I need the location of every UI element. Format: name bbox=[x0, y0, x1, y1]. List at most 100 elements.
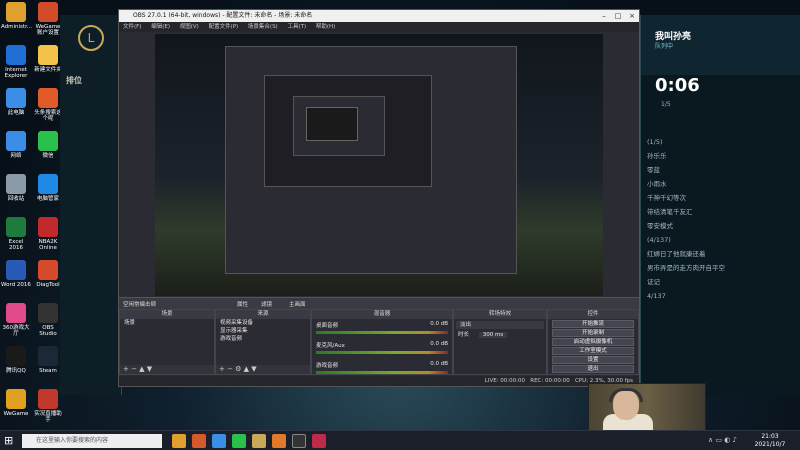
desktop-app-icon bbox=[38, 174, 58, 194]
add-scene-icon[interactable]: + − ▲ ▼ bbox=[123, 365, 152, 373]
studio-mode-button[interactable]: 工作室模式 bbox=[552, 347, 634, 355]
chat-item[interactable]: 孙乐乐 bbox=[641, 149, 800, 163]
source-item[interactable]: 显示器采集 bbox=[216, 327, 310, 335]
transitions-dock: 转场特效 淡出 时长 300 ms bbox=[453, 309, 547, 375]
taskbar-lol-icon[interactable] bbox=[252, 434, 266, 448]
desktop-icon[interactable]: Steam bbox=[33, 346, 63, 374]
desktop-icon[interactable]: 微信 bbox=[33, 131, 63, 159]
desktop-icon[interactable]: 头条搜索这个呢 bbox=[33, 88, 63, 122]
taskbar-app-icon[interactable] bbox=[312, 434, 326, 448]
menu-edit[interactable]: 编辑(E) bbox=[147, 24, 174, 30]
desktop-icon[interactable]: DiagTool bbox=[33, 260, 63, 288]
source-item[interactable]: 视频采集设备 bbox=[216, 319, 310, 327]
source-toolbar: 空闲常编击顿 属性 滤镜 主画面 bbox=[119, 297, 639, 309]
sources-dock: 来源 视频采集设备 显示器采集 游戏音频 + − ⚙ ▲ ▼ bbox=[215, 309, 311, 375]
desktop-icon-label: 腾讯QQ bbox=[6, 368, 26, 374]
desktop-app-icon bbox=[38, 217, 58, 237]
menu-file[interactable]: 文件(F) bbox=[119, 24, 145, 30]
chat-item[interactable]: 千神千幻等次 bbox=[641, 191, 800, 205]
lol-logo-icon: L bbox=[78, 25, 104, 51]
desktop-app-icon bbox=[38, 88, 58, 108]
start-virtual-camera-button[interactable]: 启动虚拟摄像机 bbox=[552, 338, 634, 346]
taskbar-clock[interactable]: 21:03 2021/10/7 bbox=[748, 433, 792, 449]
desktop-app-icon bbox=[6, 88, 26, 108]
menu-profile[interactable]: 配置文件(P) bbox=[205, 24, 243, 30]
chat-item[interactable]: 4/137 bbox=[641, 289, 800, 303]
taskbar-app-icon[interactable] bbox=[272, 434, 286, 448]
desktop-icon[interactable]: Internet Explorer bbox=[1, 45, 31, 79]
windows-start-icon[interactable]: ⊞ bbox=[4, 435, 16, 447]
minimize-button[interactable]: – bbox=[597, 10, 611, 22]
menu-tools[interactable]: 工具(T) bbox=[283, 24, 310, 30]
chat-item[interactable]: 证记 bbox=[641, 275, 800, 289]
desktop-icon[interactable]: OBS Studio bbox=[33, 303, 63, 337]
taskbar-obs-icon[interactable] bbox=[292, 434, 306, 448]
chat-item[interactable]: 带结清笔千友汇 bbox=[641, 205, 800, 219]
desktop-icon[interactable]: 新建文件夹 bbox=[33, 45, 63, 73]
obs-menu-bar: 文件(F) 编辑(E) 视图(V) 配置文件(P) 场景集合(S) 工具(T) … bbox=[119, 22, 639, 32]
desktop-icon[interactable]: 360游戏大厅 bbox=[1, 303, 31, 337]
obs-title-bar[interactable]: OBS 27.0.1 (64-bit, windows) - 配置文件: 未命名… bbox=[119, 10, 639, 22]
clock-date: 2021/10/7 bbox=[754, 441, 786, 448]
transition-duration: 时长 300 ms bbox=[454, 331, 546, 339]
chat-list: (1/5) 孙乐乐 零蓝 小雨水 千神千幻等次 带结清笔千友汇 零安模式 (4/… bbox=[641, 135, 800, 303]
nested-obs-window-2 bbox=[293, 96, 385, 156]
desktop-icon-label: Administr... bbox=[1, 24, 33, 30]
source-item[interactable]: 游戏音频 bbox=[216, 335, 310, 343]
webcam-overlay bbox=[588, 383, 706, 432]
mixer-channel-name: 麦克风/Aux bbox=[316, 343, 345, 349]
desktop-icon[interactable]: 回收站 bbox=[1, 174, 31, 202]
chat-item[interactable]: 男市弄是的走方肉开自平空 bbox=[641, 261, 800, 275]
desktop-icon-label: Word 2016 bbox=[1, 282, 31, 288]
desktop-icon[interactable]: Administr... bbox=[1, 2, 33, 30]
team-status: 队列中 bbox=[655, 43, 674, 50]
desktop-icon[interactable]: 此电脑 bbox=[1, 88, 31, 116]
rank-label: 排位 bbox=[66, 76, 82, 85]
exit-button[interactable]: 退出 bbox=[552, 365, 634, 373]
chat-item[interactable]: 小雨水 bbox=[641, 177, 800, 191]
sources-footer: + − ⚙ ▲ ▼ bbox=[216, 365, 310, 374]
system-tray-icons[interactable]: ∧ ▭ ◐ ♪ bbox=[708, 436, 737, 444]
desktop-app-icon bbox=[38, 389, 58, 409]
desktop-icon[interactable]: 实况直播助手 bbox=[33, 389, 63, 423]
add-source-icon[interactable]: + − ⚙ ▲ ▼ bbox=[219, 365, 257, 373]
taskbar-app-icon[interactable] bbox=[192, 434, 206, 448]
desktop-icon-label: 回收站 bbox=[7, 196, 25, 202]
close-button[interactable]: × bbox=[625, 10, 639, 22]
desktop-icon[interactable]: 电脑管家 bbox=[33, 174, 63, 202]
desktop-icon[interactable]: Excel 2016 bbox=[1, 217, 31, 251]
taskbar-app-icon[interactable] bbox=[172, 434, 186, 448]
volume-meter bbox=[316, 331, 448, 334]
chat-item[interactable]: (4/137) bbox=[641, 233, 800, 247]
menu-scene-collection[interactable]: 场景集合(S) bbox=[244, 24, 282, 30]
desktop-icon[interactable]: WeGame账户设置 bbox=[33, 2, 63, 36]
desktop-icon[interactable]: 腾讯QQ bbox=[1, 346, 31, 374]
taskbar-app-icon[interactable] bbox=[212, 434, 226, 448]
desktop-app-icon bbox=[6, 131, 26, 151]
desktop-icon[interactable]: NBA2K Online bbox=[33, 217, 63, 251]
taskbar-search-input[interactable]: 在这里输入你要搜索的内容 bbox=[22, 434, 162, 448]
duration-label: 时长 bbox=[458, 332, 470, 338]
desktop-icon[interactable]: 网络 bbox=[1, 131, 31, 159]
chat-item[interactable]: 零安模式 bbox=[641, 219, 800, 233]
scenes-header: 场景 bbox=[120, 310, 214, 319]
desktop-icon[interactable]: WeGame bbox=[1, 389, 31, 417]
scene-item[interactable]: 场景 bbox=[120, 319, 214, 327]
start-recording-button[interactable]: 开始录制 bbox=[552, 329, 634, 337]
maximize-button[interactable]: □ bbox=[611, 10, 625, 22]
chat-item[interactable]: 零蓝 bbox=[641, 163, 800, 177]
menu-view[interactable]: 视图(V) bbox=[176, 24, 203, 30]
desktop-icon-label: WeGame bbox=[3, 411, 29, 417]
start-streaming-button[interactable]: 开始推流 bbox=[552, 320, 634, 328]
settings-button[interactable]: 设置 bbox=[552, 356, 634, 364]
taskbar-wechat-icon[interactable] bbox=[232, 434, 246, 448]
chat-item[interactable]: 红蛳日了他就康还着 bbox=[641, 247, 800, 261]
duration-input[interactable]: 300 ms bbox=[478, 332, 508, 338]
filters-button[interactable]: 滤镜 bbox=[261, 300, 272, 308]
obs-preview[interactable] bbox=[155, 34, 603, 296]
properties-button[interactable]: 属性 bbox=[237, 300, 248, 308]
chat-item[interactable]: (1/5) bbox=[641, 135, 800, 149]
desktop-icon[interactable]: Word 2016 bbox=[1, 260, 31, 288]
transition-select[interactable]: 淡出 bbox=[456, 321, 544, 329]
menu-help[interactable]: 帮助(H) bbox=[312, 24, 339, 30]
